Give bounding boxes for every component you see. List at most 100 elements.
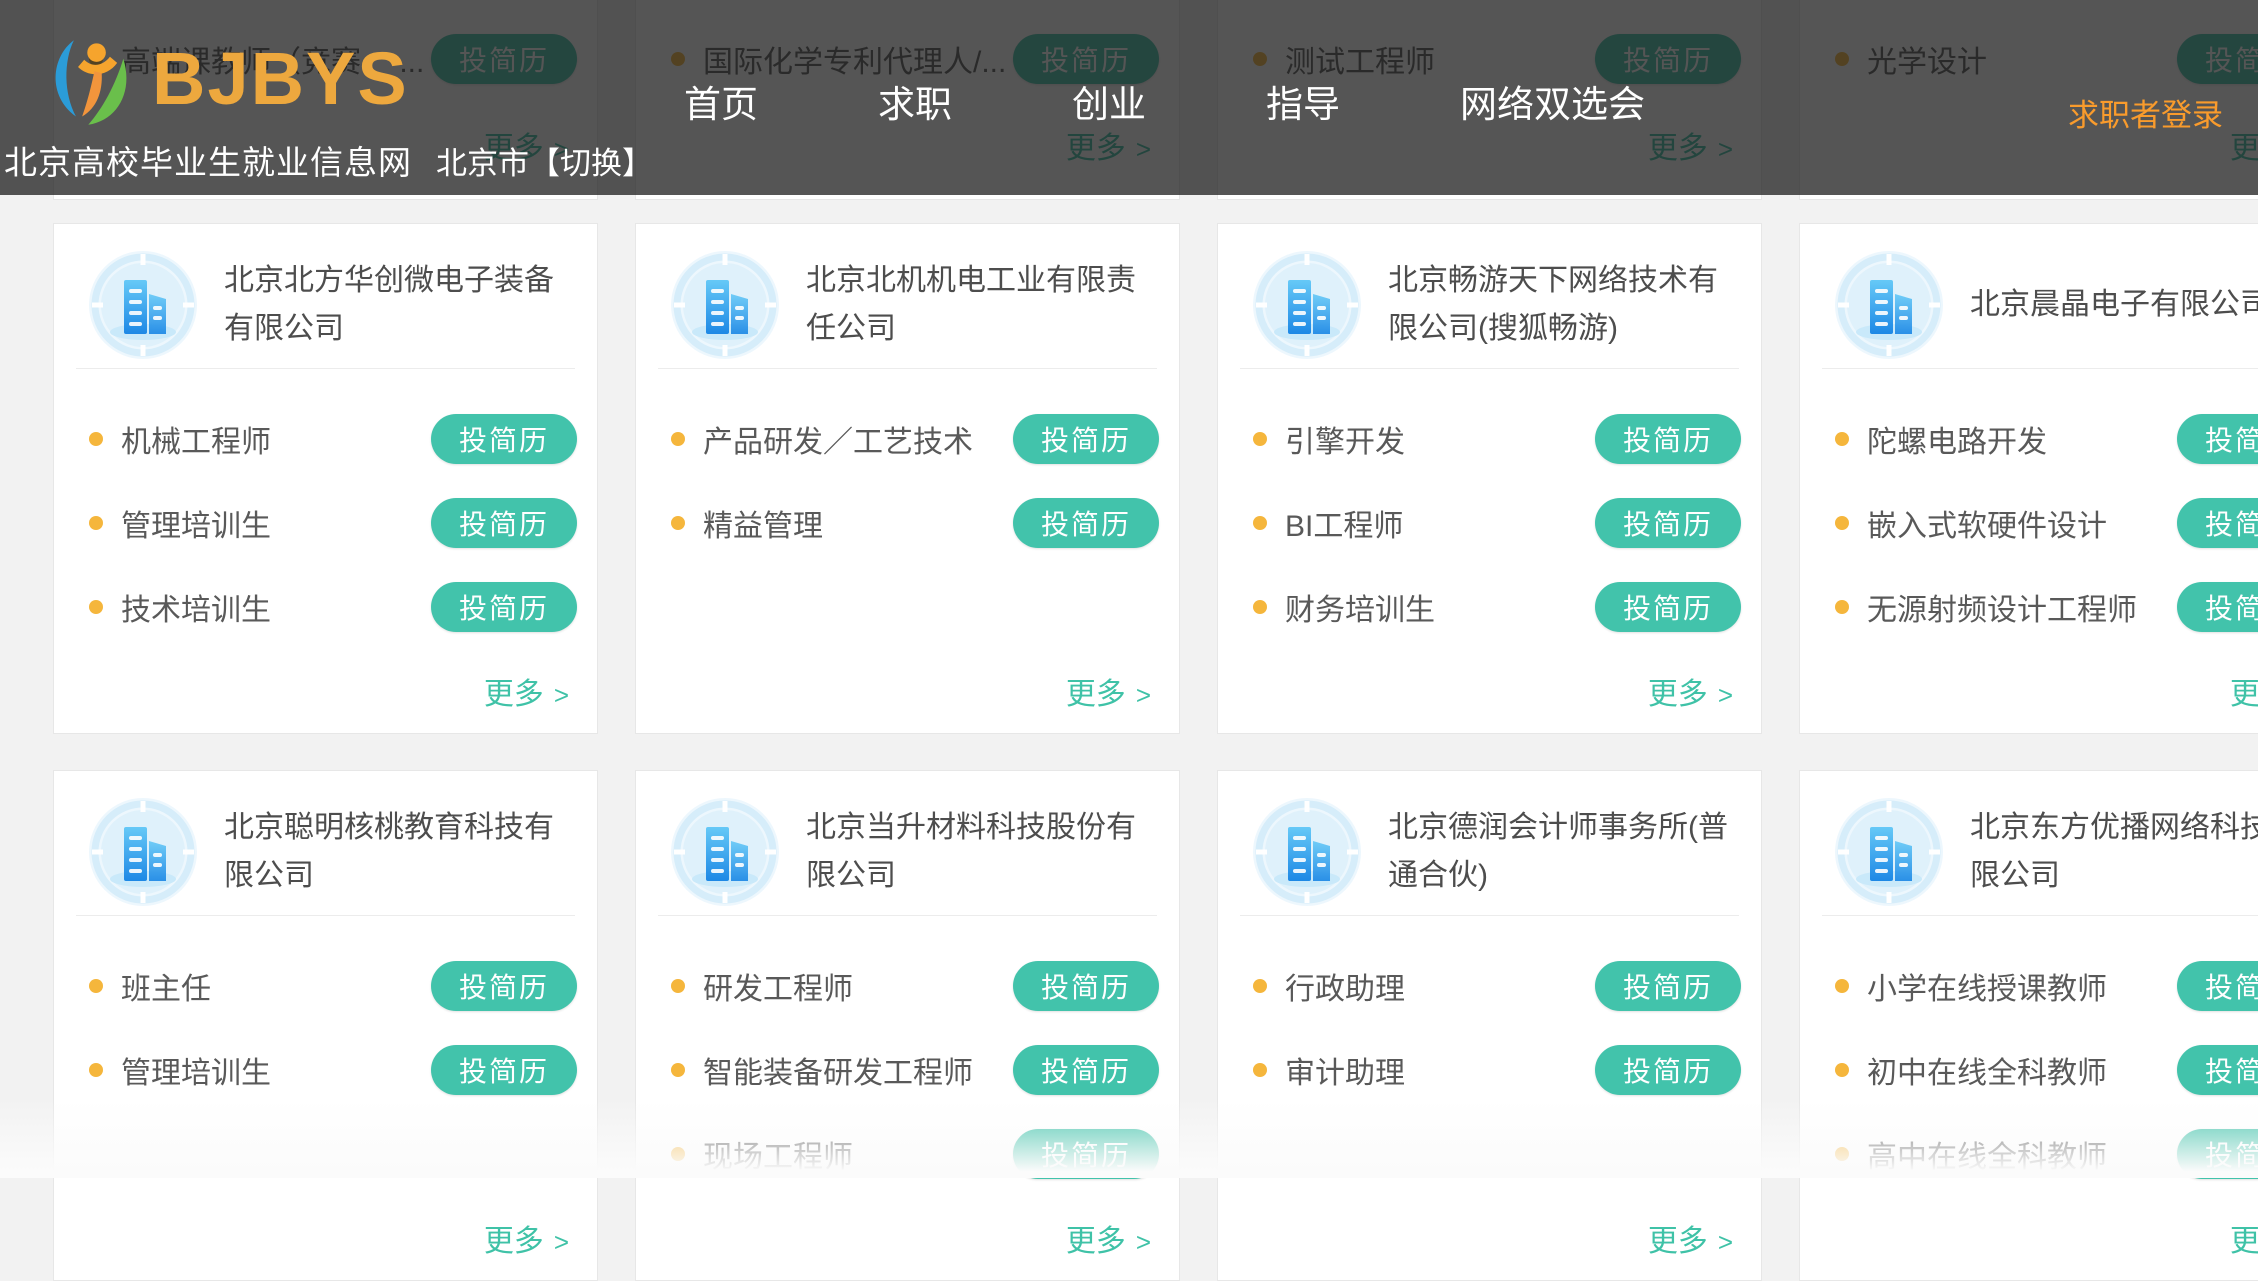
job-row: 产品研发／工艺技术 投简历 <box>671 397 1159 481</box>
apply-button[interactable]: 投简历 <box>1595 1045 1741 1095</box>
bullet-icon <box>1253 1063 1267 1077</box>
job-row: 现场工程师 投简历 <box>671 1112 1159 1196</box>
bullet-icon <box>1835 1063 1849 1077</box>
nav-item-0[interactable]: 首页 <box>684 74 758 128</box>
apply-button[interactable]: 投简历 <box>431 498 577 548</box>
company-name: 北京德润会计师事务所(普通合伙) <box>1388 804 1733 900</box>
site-header: BJBYS 北京高校毕业生就业信息网 北京市【切换】 首页 求职 创业 指导 网络双选会… <box>0 0 2258 195</box>
company-header: 北京北机机电工业有限责任公司 <box>658 224 1157 369</box>
company-card: 北京东方优播网络科技有限公司 小学在线授课教师 投简历 初中在线全科教师 投简历… <box>1799 770 2258 1281</box>
more-link[interactable]: 更多> <box>1066 669 1151 713</box>
bullet-icon <box>1835 1147 1849 1161</box>
job-row: 管理培训生 投简历 <box>89 481 577 565</box>
more-link[interactable]: 更多> <box>1648 1216 1733 1260</box>
more-link[interactable]: 更多> <box>2230 1216 2258 1260</box>
apply-button[interactable]: 投简历 <box>1013 498 1159 548</box>
apply-button[interactable]: 投简历 <box>1595 582 1741 632</box>
job-row: 审计助理 投简历 <box>1253 1028 1741 1112</box>
apply-button[interactable]: 投简历 <box>2177 961 2258 1011</box>
job-list: 产品研发／工艺技术 投简历 精益管理 投简历 <box>636 369 1179 565</box>
more-link[interactable]: 更多> <box>1066 1216 1151 1260</box>
company-name: 北京聪明核桃教育科技有限公司 <box>224 804 569 900</box>
company-name: 北京北机机电工业有限责任公司 <box>806 257 1151 353</box>
apply-button[interactable]: 投简历 <box>1595 414 1741 464</box>
apply-button[interactable]: 投简历 <box>1595 498 1741 548</box>
apply-button[interactable]: 投简历 <box>2177 582 2258 632</box>
job-title: 无源射频设计工程师 <box>1867 585 2137 629</box>
apply-button[interactable]: 投简历 <box>1013 414 1159 464</box>
nav-item-2[interactable]: 创业 <box>1072 74 1146 128</box>
bullet-icon <box>671 516 685 530</box>
login-link[interactable]: 求职者登录 <box>2068 90 2223 135</box>
nav-item-1[interactable]: 求职 <box>878 74 952 128</box>
apply-button[interactable]: 投简历 <box>1595 961 1741 1011</box>
company-building-icon <box>1834 250 1944 360</box>
bullet-icon <box>89 600 103 614</box>
bullet-icon <box>1253 600 1267 614</box>
chevron-right-icon: > <box>1718 680 1733 710</box>
apply-button[interactable]: 投简历 <box>431 961 577 1011</box>
job-row: BI工程师 投简历 <box>1253 481 1741 565</box>
site-logo-icon[interactable] <box>43 32 146 135</box>
company-building-icon <box>670 797 780 907</box>
company-card: 北京德润会计师事务所(普通合伙) 行政助理 投简历 审计助理 投简历 更多> <box>1217 770 1762 1281</box>
nav-item-3[interactable]: 指导 <box>1266 74 1340 128</box>
bullet-icon <box>89 516 103 530</box>
apply-button[interactable]: 投简历 <box>1013 1129 1159 1179</box>
apply-button[interactable]: 投简历 <box>2177 498 2258 548</box>
chevron-right-icon: > <box>1136 1227 1151 1257</box>
job-list: 陀螺电路开发 投简历 嵌入式软硬件设计 投简历 无源射频设计工程师 投简历 <box>1800 369 2258 649</box>
more-link[interactable]: 更多> <box>2230 669 2258 713</box>
site-name: 北京高校毕业生就业信息网 <box>4 136 412 184</box>
bullet-icon <box>1835 516 1849 530</box>
logo-text[interactable]: BJBYS <box>152 36 409 121</box>
job-row: 技术培训生 投简历 <box>89 565 577 649</box>
job-title: 小学在线授课教师 <box>1867 964 2107 1008</box>
more-link[interactable]: 更多> <box>484 669 569 713</box>
apply-button[interactable]: 投简历 <box>1013 961 1159 1011</box>
bullet-icon <box>89 979 103 993</box>
apply-button[interactable]: 投简历 <box>431 582 577 632</box>
job-title: 班主任 <box>121 964 211 1008</box>
apply-button[interactable]: 投简历 <box>431 1045 577 1095</box>
city-switch-link[interactable]: 【切换】 <box>529 146 653 181</box>
job-row: 机械工程师 投简历 <box>89 397 577 481</box>
more-link[interactable]: 更多> <box>1648 669 1733 713</box>
apply-button[interactable]: 投简历 <box>2177 414 2258 464</box>
bullet-icon <box>671 1147 685 1161</box>
apply-button[interactable]: 投简历 <box>1013 1045 1159 1095</box>
nav-item-4[interactable]: 网络双选会 <box>1460 74 1645 128</box>
job-title: 初中在线全科教师 <box>1867 1048 2107 1092</box>
job-title: 智能装备研发工程师 <box>703 1048 973 1092</box>
job-row: 精益管理 投简历 <box>671 481 1159 565</box>
city-label: 北京市 <box>436 146 529 181</box>
bullet-icon <box>1253 516 1267 530</box>
company-header: 北京晨晶电子有限公司 <box>1822 224 2258 369</box>
job-title: 研发工程师 <box>703 964 853 1008</box>
company-card: 北京当升材料科技股份有限公司 研发工程师 投简历 智能装备研发工程师 投简历 现… <box>635 770 1180 1281</box>
city-selector: 北京市【切换】 <box>436 138 653 183</box>
main-nav: 首页 求职 创业 指导 网络双选会 <box>684 74 1645 128</box>
more-link[interactable]: 更多> <box>484 1216 569 1260</box>
company-building-icon <box>1834 797 1944 907</box>
job-title: 现场工程师 <box>703 1132 853 1176</box>
company-building-icon <box>88 250 198 360</box>
apply-button[interactable]: 投简历 <box>2177 1045 2258 1095</box>
job-title: 陀螺电路开发 <box>1867 417 2047 461</box>
job-title: 管理培训生 <box>121 1048 271 1092</box>
job-title: 引擎开发 <box>1285 417 1405 461</box>
job-list: 行政助理 投简历 审计助理 投简历 <box>1218 916 1761 1112</box>
job-row: 嵌入式软硬件设计 投简历 <box>1835 481 2258 565</box>
job-list: 机械工程师 投简历 管理培训生 投简历 技术培训生 投简历 <box>54 369 597 649</box>
company-name: 北京畅游天下网络技术有限公司(搜狐畅游) <box>1388 257 1733 353</box>
job-title: 行政助理 <box>1285 964 1405 1008</box>
apply-button[interactable]: 投简历 <box>2177 1129 2258 1179</box>
bullet-icon <box>89 1063 103 1077</box>
company-card: 北京北方华创微电子装备有限公司 机械工程师 投简历 管理培训生 投简历 技术培训… <box>53 223 598 734</box>
apply-button[interactable]: 投简历 <box>431 414 577 464</box>
company-header: 北京聪明核桃教育科技有限公司 <box>76 771 575 916</box>
job-title: 高中在线全科教师 <box>1867 1132 2107 1176</box>
bullet-icon <box>671 979 685 993</box>
job-row: 行政助理 投简历 <box>1253 944 1741 1028</box>
chevron-right-icon: > <box>1136 680 1151 710</box>
